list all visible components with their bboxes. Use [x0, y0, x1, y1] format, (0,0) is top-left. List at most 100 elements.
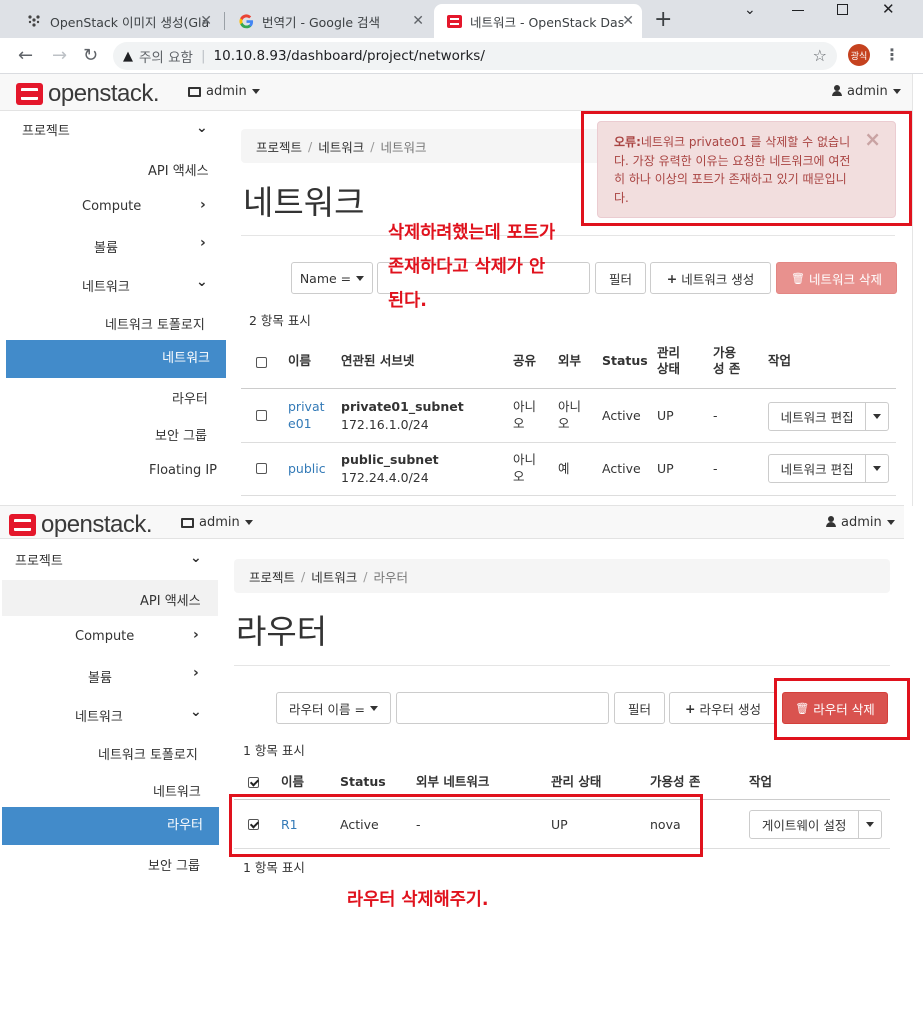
caret-down-icon [892, 89, 901, 94]
close-icon[interactable]: ✕ [200, 13, 212, 29]
title-divider [234, 665, 890, 666]
breadcrumb-item[interactable]: 네트워크 [311, 567, 357, 586]
col-header-admin-state[interactable]: 관리 상태 [657, 345, 689, 377]
col-header-admin-state[interactable]: 관리 상태 [551, 774, 601, 790]
network-name-link[interactable]: public [288, 460, 326, 477]
row-actions-dropdown[interactable] [866, 403, 888, 430]
filter-input[interactable] [396, 692, 609, 724]
minimize-icon[interactable] [792, 10, 804, 11]
az-value: - [713, 461, 718, 476]
forward-arrow-icon[interactable]: → [52, 45, 67, 66]
browser-tab-3-active[interactable]: 네트워크 - OpenStack Das ✕ [434, 4, 642, 38]
breadcrumb-item[interactable]: 네트워크 [318, 137, 364, 156]
col-header-name[interactable]: 이름 [281, 774, 304, 790]
col-header-external-network[interactable]: 외부 네트워크 [416, 774, 489, 790]
sidebar-item-floating-ip[interactable]: Floating IP [149, 463, 217, 478]
set-gateway-button[interactable]: 게이트웨이 설정 [750, 811, 860, 838]
col-header-external[interactable]: 외부 [558, 353, 581, 369]
select-all-checkbox[interactable] [256, 357, 267, 368]
sidebar-item-network[interactable]: 네트워크 [82, 276, 130, 295]
tab-divider [224, 12, 225, 30]
openstack-logo[interactable]: openstack. [16, 80, 160, 108]
col-header-actions: 작업 [768, 353, 792, 368]
sidebar-item-security-groups[interactable]: 보안 그룹 [148, 855, 200, 874]
bookmark-star-icon[interactable]: ☆ [813, 46, 827, 65]
row-checkbox[interactable] [256, 410, 267, 421]
col-header-status[interactable]: Status [340, 774, 386, 790]
chevron-right-icon[interactable]: › [193, 665, 199, 681]
project-dropdown[interactable]: admin [181, 515, 253, 530]
sidebar-item-volume[interactable]: 볼륨 [88, 667, 112, 686]
filter-button[interactable]: 필터 [614, 692, 665, 724]
reload-icon[interactable]: ↻ [83, 45, 98, 66]
network-name-link[interactable]: private01 [288, 398, 326, 432]
browser-tab-title: 번역기 - Google 검색 [262, 14, 381, 30]
row-actions-dropdown[interactable] [859, 811, 881, 838]
openstack-logo[interactable]: openstack. [9, 511, 153, 539]
chevron-down-icon[interactable]: ⌄ [190, 704, 202, 720]
col-header-subnet[interactable]: 연관된 서브넷 [341, 353, 414, 369]
edit-network-button[interactable]: 네트워크 편집 [769, 403, 867, 430]
sidebar-item-project[interactable]: 프로젝트 [22, 120, 70, 139]
url-omnibox[interactable]: ▲ 주의 요함 | 10.10.8.93/dashboard/project/n… [113, 42, 837, 70]
delete-network-button[interactable]: 🗑 네트워크 삭제 [776, 262, 897, 294]
breadcrumb-current: 네트워크 [380, 139, 427, 155]
more-menu-icon[interactable]: ⋮ [884, 45, 900, 64]
sidebar-item-network-topology[interactable]: 네트워크 토폴로지 [105, 314, 205, 333]
new-tab-icon[interactable]: + [654, 7, 672, 32]
sidebar-item-compute[interactable]: Compute [82, 199, 141, 214]
chevron-right-icon[interactable]: › [200, 197, 206, 213]
browser-tab-1[interactable]: OpenStack 이미지 생성(Gla ✕ [14, 4, 220, 38]
sidebar-item-networks-active[interactable]: 네트워크 [6, 340, 226, 378]
create-router-button[interactable]: + 라우터 생성 [669, 692, 777, 724]
close-icon[interactable]: ✕ [622, 13, 634, 29]
chevron-down-icon[interactable]: ⌄ [190, 550, 202, 566]
sidebar-item-network-topology[interactable]: 네트워크 토폴로지 [98, 744, 198, 763]
sidebar-item-routers[interactable]: 라우터 [172, 388, 208, 407]
screenshot-root: OpenStack 이미지 생성(Gla ✕ 번역기 - Google 검색 ✕… [0, 0, 923, 1012]
chevron-down-icon[interactable]: ⌄ [196, 120, 208, 136]
back-arrow-icon[interactable]: ← [18, 45, 33, 66]
col-header-az[interactable]: 가용성 존 [650, 774, 700, 790]
chevron-right-icon[interactable]: › [193, 627, 199, 643]
user-dropdown[interactable]: admin [832, 84, 901, 99]
sidebar-item-api-access[interactable]: API 액세스 [148, 160, 209, 179]
breadcrumb-item[interactable]: 프로젝트 [249, 567, 295, 586]
create-network-button[interactable]: + 네트워크 생성 [650, 262, 771, 294]
caret-down-icon [866, 822, 875, 827]
edit-network-button[interactable]: 네트워크 편집 [769, 455, 867, 482]
maximize-icon[interactable] [837, 4, 848, 15]
col-header-name[interactable]: 이름 [288, 353, 311, 369]
col-header-az[interactable]: 가용성 존 [713, 345, 747, 377]
breadcrumb-item[interactable]: 프로젝트 [256, 137, 302, 156]
annotation-line: 삭제하려했는데 포트가 [388, 223, 556, 243]
sidebar-item-network[interactable]: 네트워크 [75, 706, 123, 725]
chevron-right-icon[interactable]: › [200, 235, 206, 251]
select-all-checkbox[interactable] [248, 777, 259, 788]
col-header-shared[interactable]: 공유 [513, 353, 536, 369]
chevron-down-icon[interactable]: ⌄ [196, 274, 208, 290]
sidebar-item-networks[interactable]: 네트워크 [153, 781, 201, 800]
sidebar-item-compute[interactable]: Compute [75, 629, 134, 644]
close-icon[interactable]: ✕ [412, 13, 424, 29]
sidebar-item-routers-active[interactable]: 라우터 [2, 807, 219, 845]
sidebar-item-security-groups[interactable]: 보안 그룹 [155, 425, 207, 444]
project-dropdown[interactable]: admin [188, 84, 260, 99]
filter-field-select[interactable]: 라우터 이름 = [276, 692, 391, 724]
sidebar-item-project[interactable]: 프로젝트 [15, 550, 63, 569]
sidebar-item-api-access[interactable]: API 액세스 [140, 590, 201, 609]
project-name: admin [206, 84, 247, 99]
browser-address-bar: ← → ↻ ▲ 주의 요함 | 10.10.8.93/dashboard/pro… [0, 38, 923, 74]
row-checkbox[interactable] [256, 463, 267, 474]
profile-avatar[interactable]: 광식 [848, 44, 870, 66]
openstack-logo-icon [16, 83, 43, 105]
project-icon [188, 86, 201, 97]
row-actions-dropdown[interactable] [866, 455, 888, 482]
filter-field-select[interactable]: Name = [291, 262, 373, 294]
col-header-status[interactable]: Status [602, 353, 648, 369]
user-dropdown[interactable]: admin [826, 515, 895, 530]
sidebar-item-volume[interactable]: 볼륨 [94, 237, 118, 256]
window-close-icon[interactable]: ✕ [882, 0, 895, 18]
browser-tab-2[interactable]: 번역기 - Google 검색 ✕ [226, 4, 432, 38]
chevron-down-icon[interactable]: ⌄ [744, 2, 756, 18]
